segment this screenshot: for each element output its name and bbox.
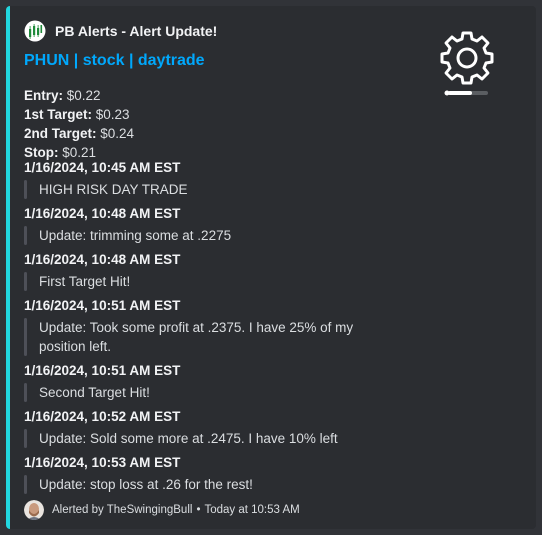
update-log: 1/16/2024, 10:45 AM EST HIGH RISK DAY TR… <box>24 158 404 499</box>
embed-title-link[interactable]: PHUN | stock | daytrade <box>24 52 205 70</box>
update-text: Update: Took some profit at .2375. I hav… <box>39 320 354 354</box>
update-quote: Update: Sold some more at .2475. I have … <box>24 429 404 448</box>
update-timestamp: 1/16/2024, 10:45 AM EST <box>24 160 181 175</box>
update-quote: Second Target Hit! <box>24 383 404 402</box>
update-timestamp: 1/16/2024, 10:52 AM EST <box>24 409 181 424</box>
update-quote: Update: stop loss at .26 for the rest! <box>24 475 404 494</box>
update-timestamp: 1/16/2024, 10:51 AM EST <box>24 298 181 313</box>
update-entry: 1/16/2024, 10:45 AM EST HIGH RISK DAY TR… <box>24 158 404 199</box>
footer-separator: • <box>196 504 201 516</box>
embed-author-name: PB Alerts - Alert Update! <box>55 23 218 39</box>
update-entry: 1/16/2024, 10:48 AM EST First Target Hit… <box>24 250 404 291</box>
update-quote: Update: trimming some at .2275 <box>24 226 404 245</box>
update-quote: Update: Took some profit at .2375. I hav… <box>24 318 404 356</box>
update-entry: 1/16/2024, 10:53 AM EST Update: stop los… <box>24 453 404 494</box>
alert-embed: PB Alerts - Alert Update! PHUN | stock |… <box>6 6 536 529</box>
update-quote: First Target Hit! <box>24 272 404 291</box>
update-entry: 1/16/2024, 10:48 AM EST Update: trimming… <box>24 204 404 245</box>
update-text: Update: Sold some more at .2475. I have … <box>39 431 338 446</box>
user-avatar[interactable] <box>24 500 44 520</box>
embed-footer: Alerted by TheSwingingBull • Today at 10… <box>24 500 300 520</box>
progress-fill <box>448 91 472 95</box>
update-entry: 1/16/2024, 10:51 AM EST Update: Took som… <box>24 296 404 356</box>
update-text: Update: trimming some at .2275 <box>39 228 232 243</box>
update-text: Update: stop loss at .26 for the rest! <box>39 477 253 492</box>
update-timestamp: 1/16/2024, 10:51 AM EST <box>24 363 181 378</box>
embed-author: PB Alerts - Alert Update! <box>24 19 217 43</box>
field-second-target: 2nd Target: $0.24 <box>24 126 135 141</box>
update-quote: HIGH RISK DAY TRADE <box>24 180 404 199</box>
update-timestamp: 1/16/2024, 10:48 AM EST <box>24 252 181 267</box>
update-text: First Target Hit! <box>39 274 131 289</box>
update-timestamp: 1/16/2024, 10:48 AM EST <box>24 206 181 221</box>
update-entry: 1/16/2024, 10:52 AM EST Update: Sold som… <box>24 407 404 448</box>
field-first-target: 1st Target: $0.23 <box>24 107 130 122</box>
footer-timestamp: Today at 10:53 AM <box>204 504 300 516</box>
trade-fields: Entry: $0.22 1st Target: $0.23 2nd Targe… <box>24 86 134 162</box>
field-entry: Entry: $0.22 <box>24 88 101 103</box>
bull-chart-logo-icon <box>24 20 46 42</box>
update-text: Second Target Hit! <box>39 385 150 400</box>
update-entry: 1/16/2024, 10:51 AM EST Second Target Hi… <box>24 361 404 402</box>
update-text: HIGH RISK DAY TRADE <box>39 182 188 197</box>
gear-icon <box>440 31 494 96</box>
footer-text: Alerted by TheSwingingBull <box>52 504 193 516</box>
update-timestamp: 1/16/2024, 10:53 AM EST <box>24 455 181 470</box>
